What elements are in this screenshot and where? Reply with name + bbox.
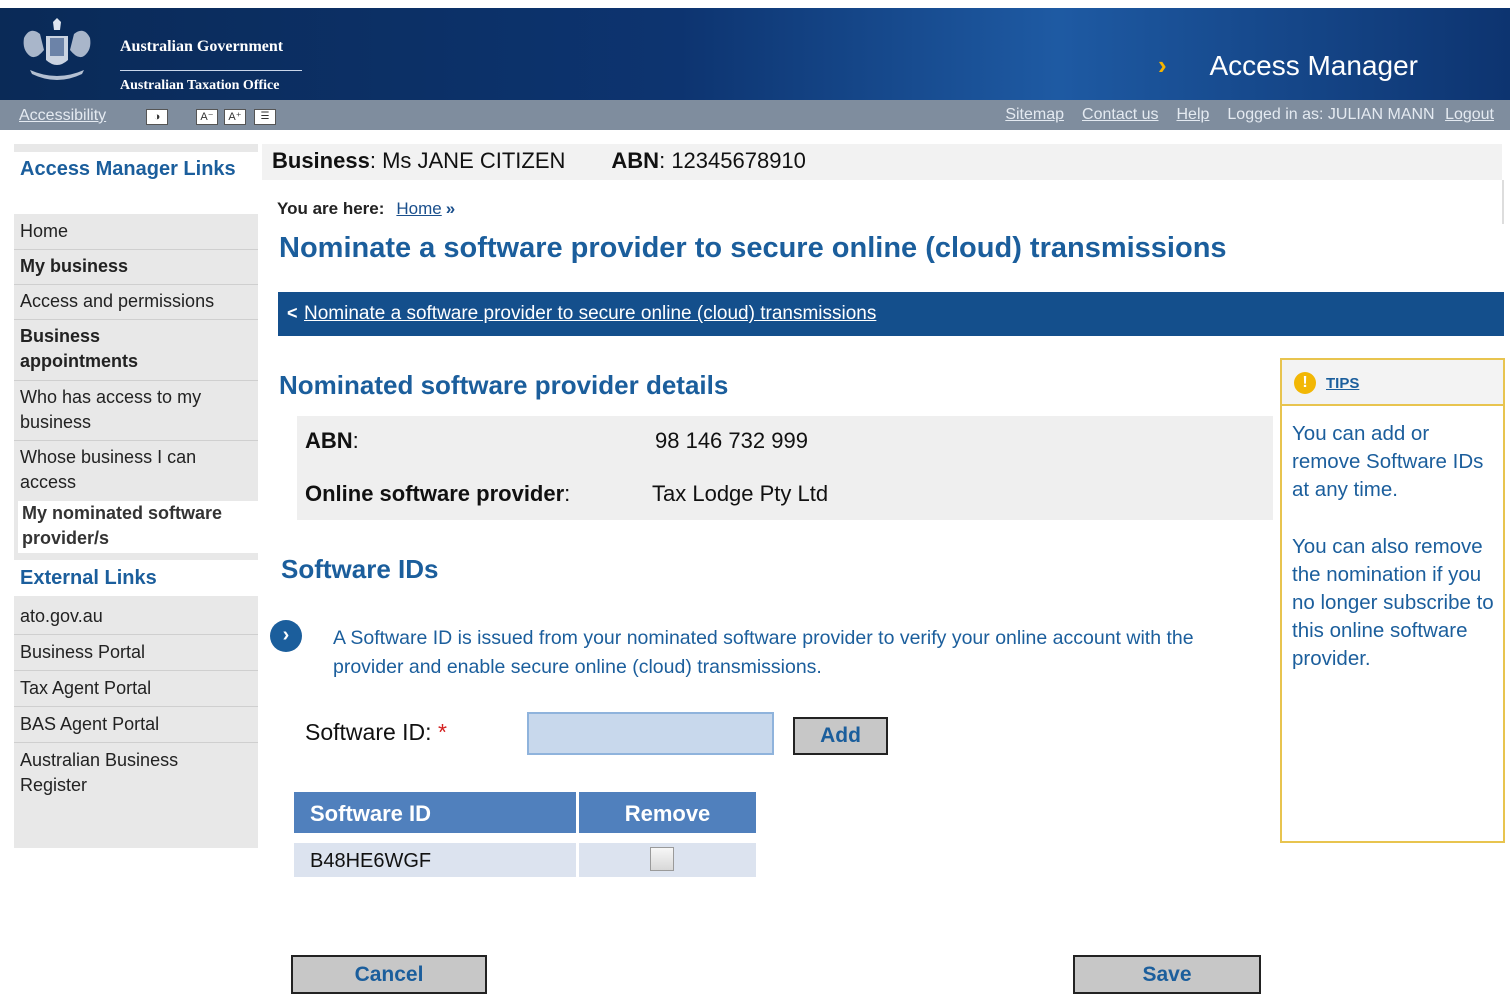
software-id-info-text: A Software ID is issued from your nomina… xyxy=(333,627,1194,678)
software-id-label: Software ID: * xyxy=(305,719,447,745)
required-marker: * xyxy=(437,719,447,745)
header-banner: Australian Government Australian Taxatio… xyxy=(0,8,1510,100)
breadcrumb-label: You are here: xyxy=(277,199,385,218)
sidebar-heading-access-manager: Access Manager Links xyxy=(14,152,258,214)
sidebar: Access Manager Links Home My business Ac… xyxy=(14,144,258,848)
sidebar-item-my-business[interactable]: My business xyxy=(20,254,252,279)
divider xyxy=(14,284,258,285)
provider-abn-value: 98 146 732 999 xyxy=(655,428,808,453)
agency-name: Australian Taxation Office xyxy=(120,78,280,93)
logout-link[interactable]: Logout xyxy=(1445,106,1494,123)
software-id-input[interactable] xyxy=(527,712,774,755)
app-title: Access Manager xyxy=(1209,50,1418,81)
tips-panel: ! TIPS You can add or remove Software ID… xyxy=(1280,358,1505,843)
logged-in-text: Logged in as: JULIAN MANN xyxy=(1227,106,1435,123)
sidebar-item-home[interactable]: Home xyxy=(20,219,252,244)
chevron-right-icon: › xyxy=(270,620,302,652)
font-larger-button[interactable]: A⁺ xyxy=(224,109,246,125)
sidebar-item-who-has-access[interactable]: Who has access to my business xyxy=(20,385,240,435)
provider-row-label: Online software provider: xyxy=(305,481,571,506)
abn-value: 12345678910 xyxy=(671,148,806,173)
divider xyxy=(1502,180,1504,224)
back-marker: < xyxy=(287,303,298,323)
business-info: Business: Ms JANE CITIZEN ABN: 1234567891… xyxy=(272,148,806,173)
sitemap-link[interactable]: Sitemap xyxy=(1005,106,1064,123)
sidebar-item-access-permissions[interactable]: Access and permissions xyxy=(20,289,252,314)
sidebar-item-whose-business[interactable]: Whose business I can access xyxy=(20,445,230,495)
back-bar: < Nominate a software provider to secure… xyxy=(278,292,1504,336)
save-button[interactable]: Save xyxy=(1073,955,1261,994)
breadcrumb-separator: » xyxy=(445,199,456,218)
software-ids-heading: Software IDs xyxy=(281,554,439,584)
warning-icon: ! xyxy=(1294,372,1316,394)
contrast-icon[interactable]: ◑ xyxy=(146,109,168,125)
divider xyxy=(14,380,258,381)
gov-divider xyxy=(120,70,302,71)
divider xyxy=(14,670,258,671)
sidebar-item-ato[interactable]: ato.gov.au xyxy=(20,604,252,629)
business-label: Business xyxy=(272,148,370,173)
page-title: Nominate a software provider to secure o… xyxy=(279,232,1227,264)
breadcrumb-home-link[interactable]: Home xyxy=(396,199,441,218)
divider xyxy=(14,634,258,635)
tip-text: You can also remove the nomination if yo… xyxy=(1292,534,1494,671)
tips-header: ! TIPS xyxy=(1282,360,1503,406)
font-smaller-button[interactable]: A⁻ xyxy=(196,109,218,125)
divider xyxy=(14,249,258,250)
sidebar-heading-external-links: External Links xyxy=(14,560,258,596)
sidebar-item-bas-agent-portal[interactable]: BAS Agent Portal xyxy=(20,712,252,737)
software-id-cell: B48HE6WGF xyxy=(294,843,576,877)
divider xyxy=(14,319,258,320)
abn-label: ABN xyxy=(611,148,660,173)
tips-body: You can add or remove Software IDs at an… xyxy=(1292,420,1497,674)
tips-title[interactable]: TIPS xyxy=(1326,375,1359,392)
sidebar-item-business-appointments[interactable]: Business appointments xyxy=(20,324,180,374)
help-link[interactable]: Help xyxy=(1177,106,1210,123)
breadcrumb: You are here: Home» xyxy=(277,199,455,219)
coat-of-arms-logo xyxy=(23,18,91,80)
cancel-button[interactable]: Cancel xyxy=(291,955,487,994)
text-view-icon[interactable]: ☰ xyxy=(254,109,276,125)
divider xyxy=(14,440,258,441)
details-heading: Nominated software provider details xyxy=(279,370,729,400)
divider xyxy=(14,742,258,743)
business-bar: Business: Ms JANE CITIZEN ABN: 1234567891… xyxy=(262,144,1502,180)
gov-name: Australian Government xyxy=(120,38,284,55)
provider-name-value: Tax Lodge Pty Ltd xyxy=(652,481,829,506)
sidebar-item-tax-agent-portal[interactable]: Tax Agent Portal xyxy=(20,676,252,701)
top-links: Sitemap Contact us Help Logged in as: JULIA… xyxy=(987,106,1494,124)
divider xyxy=(14,706,258,707)
business-name: Ms JANE CITIZEN xyxy=(382,148,566,173)
column-header-software-id: Software ID xyxy=(294,792,576,833)
column-header-remove: Remove xyxy=(579,792,756,833)
chevron-right-icon: › xyxy=(1158,50,1167,80)
sidebar-item-business-portal[interactable]: Business Portal xyxy=(20,640,252,665)
add-button[interactable]: Add xyxy=(793,717,888,755)
accessibility-link[interactable]: Accessibility xyxy=(19,107,106,125)
contact-link[interactable]: Contact us xyxy=(1082,106,1158,123)
tip-text: You can add or remove Software IDs at an… xyxy=(1292,422,1484,502)
abn-row-label: ABN: xyxy=(305,428,359,453)
sidebar-item-abr[interactable]: Australian Business Register xyxy=(20,748,220,798)
back-link[interactable]: Nominate a software provider to secure o… xyxy=(304,303,876,325)
sidebar-item-my-nominated-providers[interactable]: My nominated software provider/s xyxy=(18,501,258,553)
remove-checkbox[interactable] xyxy=(650,847,674,871)
